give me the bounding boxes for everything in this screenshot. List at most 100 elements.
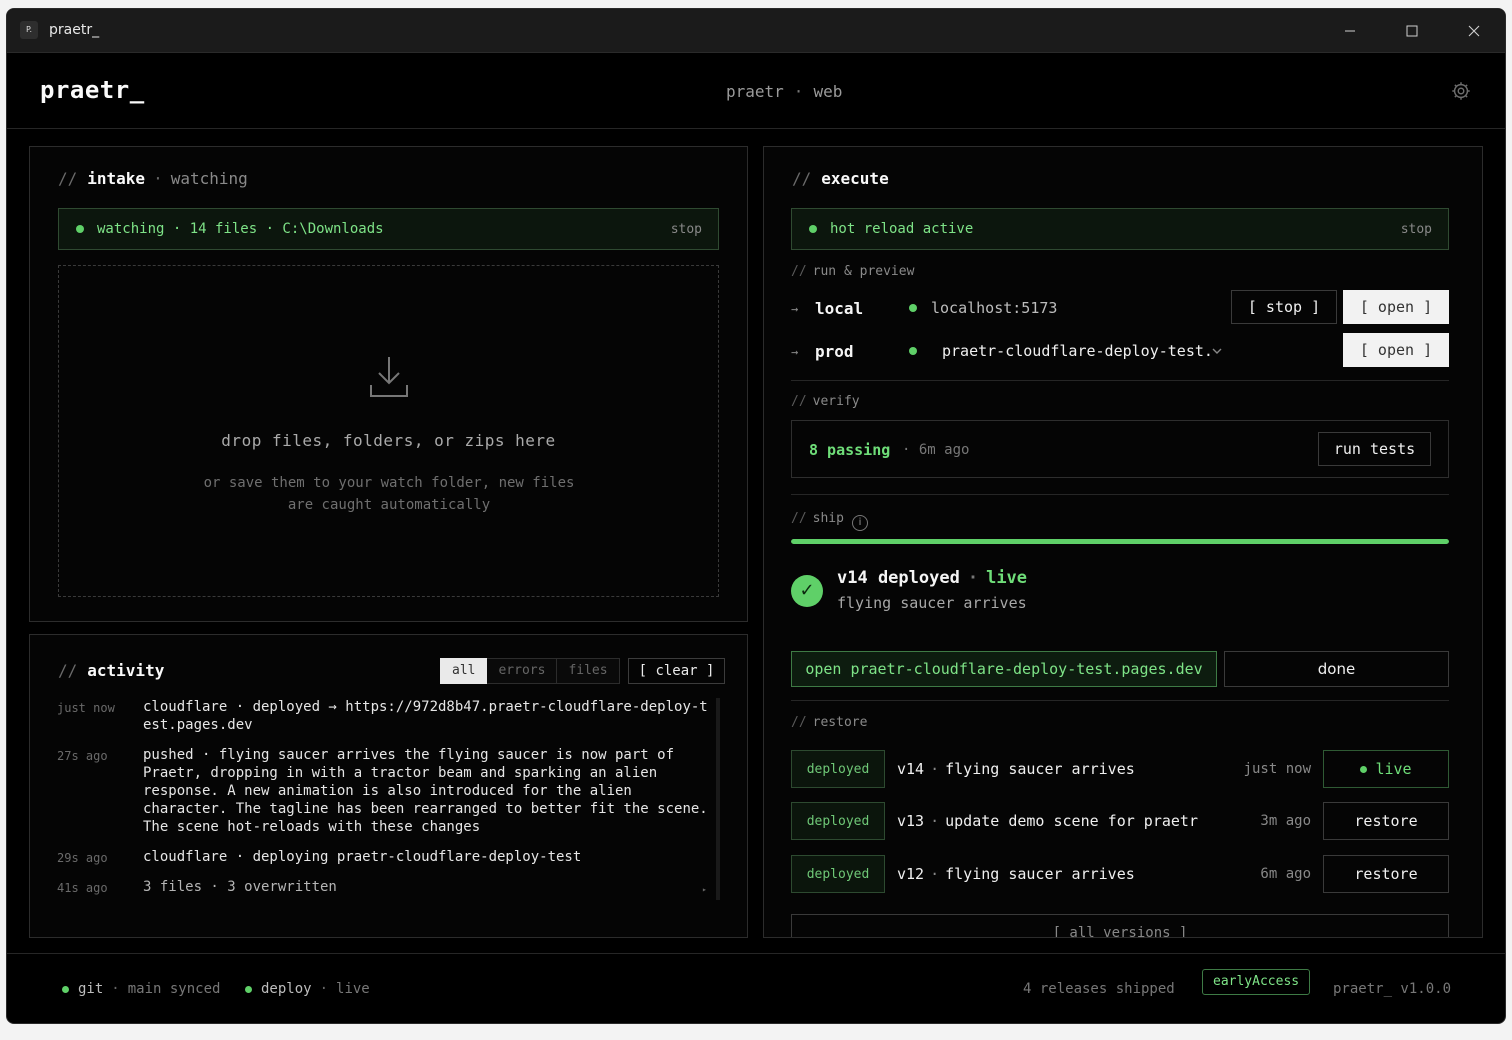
header-separator: · bbox=[793, 82, 804, 101]
arrow-right-icon: → bbox=[791, 302, 799, 316]
activity-text: cloudflare · deploying praetr-cloudflare… bbox=[143, 849, 582, 865]
minimize-button[interactable] bbox=[1319, 9, 1381, 53]
local-label: local bbox=[815, 299, 864, 318]
releases-count: 4 releases shipped bbox=[1023, 981, 1175, 997]
download-icon bbox=[370, 357, 408, 397]
verify-box: 8 passing · 6m ago run tests bbox=[791, 420, 1449, 478]
restore-button[interactable]: restore bbox=[1323, 802, 1449, 840]
live-dot bbox=[1360, 765, 1368, 773]
early-access-badge: earlyAccess bbox=[1202, 969, 1311, 995]
app-icon: P. bbox=[20, 21, 38, 39]
version-message: flying saucer arrives bbox=[945, 760, 1135, 778]
open-deployment-link[interactable]: open praetr-cloudflare-deploy-test.pages… bbox=[791, 651, 1217, 687]
heading-prefix: // bbox=[58, 661, 78, 680]
activity-panel: // activity all errors files [ clear ] ju… bbox=[29, 634, 748, 938]
restore-time: just now bbox=[1243, 761, 1311, 777]
minimize-icon bbox=[1345, 30, 1355, 32]
deploy-status-dot bbox=[245, 985, 252, 993]
activity-text: 3 files · 3 overwritten bbox=[143, 879, 337, 895]
separator: · bbox=[111, 981, 120, 997]
git-status-text: main synced bbox=[127, 981, 221, 997]
close-button[interactable] bbox=[1443, 9, 1505, 53]
window-title: praetr_ bbox=[49, 22, 100, 38]
restore-row: deployed v14 · flying saucer arrives just … bbox=[791, 750, 1449, 790]
activity-time: 41s ago bbox=[57, 881, 108, 895]
restore-version: v12 · flying saucer arrives bbox=[897, 865, 1135, 883]
restore-time: 3m ago bbox=[1260, 813, 1311, 829]
git-status: git · main synced bbox=[62, 981, 220, 997]
header-mode: web bbox=[813, 82, 843, 101]
live-label: live bbox=[1375, 760, 1412, 778]
chevron-down-icon[interactable] bbox=[1211, 345, 1223, 357]
maximize-icon bbox=[1406, 25, 1418, 37]
hot-reload-status-bar: hot reload active stop bbox=[791, 208, 1449, 250]
watch-status-bar: watching · 14 files · C:\Downloads stop bbox=[58, 208, 719, 250]
info-icon[interactable]: i bbox=[851, 515, 868, 531]
status-badge: deployed bbox=[791, 855, 885, 893]
heading-separator: · bbox=[153, 169, 163, 188]
scroll-arrow-icon[interactable]: ▸ bbox=[702, 885, 707, 894]
separator: · bbox=[930, 812, 940, 830]
maximize-button[interactable] bbox=[1381, 9, 1443, 53]
separator: · bbox=[319, 981, 329, 997]
stop-watching-button[interactable]: stop bbox=[671, 222, 702, 237]
local-url: localhost:5173 bbox=[931, 299, 1058, 317]
restore-time: 6m ago bbox=[1260, 866, 1311, 882]
activity-scrollbar[interactable] bbox=[716, 698, 720, 900]
filter-files[interactable]: files bbox=[557, 658, 620, 684]
heading-prefix: // bbox=[792, 169, 812, 188]
status-badge: deployed bbox=[791, 750, 885, 788]
tests-age: · 6m ago bbox=[902, 442, 969, 458]
execute-heading: // execute bbox=[792, 169, 889, 188]
activity-heading: // activity bbox=[58, 661, 164, 680]
prod-open-button[interactable]: [ open ] bbox=[1343, 333, 1449, 367]
status-badge: deployed bbox=[791, 802, 885, 840]
restore-row: deployed v12 · flying saucer arrives 6m ag… bbox=[791, 855, 1449, 895]
live-indicator-button[interactable]: live bbox=[1323, 750, 1449, 788]
filter-errors[interactable]: errors bbox=[487, 658, 558, 684]
gear-icon[interactable] bbox=[1450, 80, 1472, 102]
git-status-dot bbox=[62, 985, 69, 993]
watch-status-text: watching · 14 files · C:\Downloads bbox=[97, 221, 384, 237]
list-item: 29s ago cloudflare · deploying praetr-cl… bbox=[57, 848, 713, 866]
drop-zone-title: drop files, folders, or zips here bbox=[221, 431, 556, 450]
execute-panel: // execute hot reload active stop // run &… bbox=[763, 146, 1483, 938]
local-stop-button[interactable]: [ stop ] bbox=[1231, 290, 1337, 324]
deploy-status: deploy · live bbox=[245, 981, 370, 997]
deploy-title: v14 deployed · live bbox=[837, 568, 1027, 588]
stop-hot-reload-button[interactable]: stop bbox=[1401, 222, 1432, 237]
local-open-button[interactable]: [ open ] bbox=[1343, 290, 1449, 324]
deploy-message: flying saucer arrives bbox=[837, 594, 1027, 612]
section-prefix: // bbox=[791, 715, 807, 730]
divider bbox=[791, 380, 1449, 381]
clear-button[interactable]: [ clear ] bbox=[627, 658, 726, 684]
app-header: praetr_ praetr · web bbox=[7, 54, 1505, 129]
section-prefix: // bbox=[791, 394, 807, 409]
section-title: restore bbox=[812, 715, 868, 730]
divider bbox=[791, 494, 1449, 495]
check-icon: ✓ bbox=[791, 575, 823, 607]
filter-all[interactable]: all bbox=[440, 658, 488, 684]
run-tests-button[interactable]: run tests bbox=[1318, 432, 1431, 466]
prod-label: prod bbox=[815, 342, 854, 361]
restore-version: v14 · flying saucer arrives bbox=[897, 760, 1135, 778]
restore-button[interactable]: restore bbox=[1323, 855, 1449, 893]
section-prefix: // bbox=[791, 511, 807, 526]
section-title: ship bbox=[812, 511, 844, 526]
git-label: git bbox=[78, 981, 104, 997]
deploy-version: v14 deployed bbox=[837, 568, 960, 588]
status-footer: git · main synced deploy · live 4 releases s… bbox=[7, 953, 1505, 1023]
activity-filters: all errors files [ clear ] bbox=[440, 658, 726, 684]
tests-passing: 8 passing bbox=[809, 441, 891, 459]
app-window: P. praetr_ praetr_ praetr · web // intake… bbox=[6, 8, 1506, 1024]
intake-heading: // intake · watching bbox=[58, 169, 248, 188]
all-versions-button[interactable]: [ all versions ] bbox=[791, 914, 1449, 937]
done-button[interactable]: done bbox=[1224, 651, 1449, 687]
section-title: verify bbox=[812, 394, 860, 409]
drop-zone[interactable]: drop files, folders, or zips here or sav… bbox=[58, 265, 719, 597]
list-item: 41s ago 3 files · 3 overwritten bbox=[57, 878, 713, 896]
prod-url: praetr-cloudflare-deploy-test. bbox=[942, 342, 1213, 360]
intake-subtitle: watching bbox=[170, 169, 248, 188]
progress-fill bbox=[791, 539, 1449, 544]
version-number: v12 bbox=[897, 865, 925, 883]
